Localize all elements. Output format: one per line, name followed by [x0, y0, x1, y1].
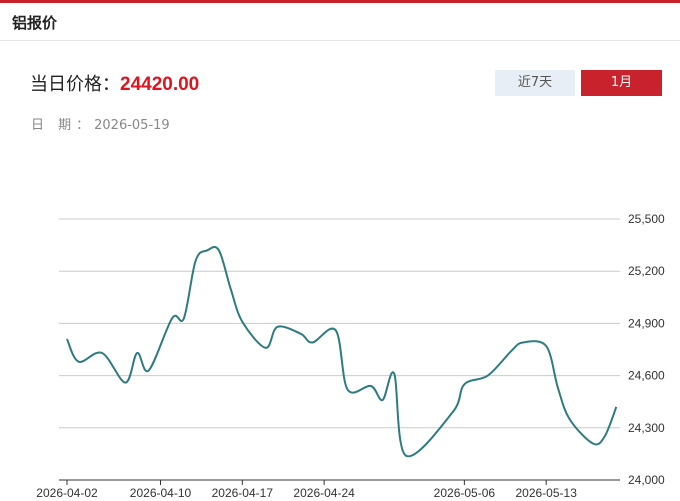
data-point	[171, 317, 173, 319]
data-point	[451, 411, 453, 413]
data-point	[381, 399, 383, 401]
data-point	[241, 320, 243, 322]
data-point	[510, 350, 512, 352]
data-point	[218, 249, 220, 251]
data-point	[136, 352, 138, 354]
data-point	[603, 435, 605, 437]
data-point	[615, 406, 617, 408]
x-tick-label: 2026-04-02	[36, 486, 98, 500]
data-point	[592, 442, 594, 444]
data-point	[557, 387, 559, 389]
data-point	[405, 454, 407, 456]
data-point	[206, 249, 208, 251]
data-point	[183, 317, 185, 319]
y-tick-label: 24,900	[628, 316, 665, 330]
grid-lines	[59, 218, 620, 429]
price-line-chart: 25,500 25,200 24,900 24,600 24,300 24,000 2026…	[36, 212, 665, 500]
data-point	[264, 347, 266, 349]
x-tick-label: 2026-04-10	[130, 486, 192, 500]
data-point	[370, 385, 372, 387]
price-series-line	[66, 246, 618, 458]
data-point	[522, 341, 524, 343]
y-tick-label: 24,600	[628, 369, 665, 383]
data-point	[276, 326, 278, 328]
data-point	[393, 373, 395, 375]
x-tick-label: 2026-04-24	[293, 486, 355, 500]
data-point	[66, 338, 68, 340]
data-point	[463, 383, 465, 385]
data-point	[487, 374, 489, 376]
axes: 25,500 25,200 24,900 24,600 24,300 24,000 2026…	[36, 212, 665, 500]
y-tick-label: 25,200	[628, 264, 665, 278]
y-tick-label: 24,300	[628, 421, 665, 435]
data-point	[194, 260, 196, 262]
series-layer	[66, 246, 618, 458]
y-tick-label: 25,500	[628, 212, 665, 226]
data-point	[148, 369, 150, 371]
data-point	[311, 341, 313, 343]
x-tick-label: 2026-05-06	[434, 486, 496, 500]
data-point	[545, 345, 547, 347]
data-point	[300, 333, 302, 335]
data-point	[346, 388, 348, 390]
data-point	[335, 329, 337, 331]
y-tick-label: 24,000	[628, 473, 665, 487]
data-point	[77, 360, 79, 362]
data-point	[229, 287, 231, 289]
x-tick-label: 2026-04-17	[212, 486, 274, 500]
x-tick-label: 2026-05-13	[515, 486, 577, 500]
data-point	[124, 381, 126, 383]
data-point	[568, 418, 570, 420]
data-point	[101, 352, 103, 354]
